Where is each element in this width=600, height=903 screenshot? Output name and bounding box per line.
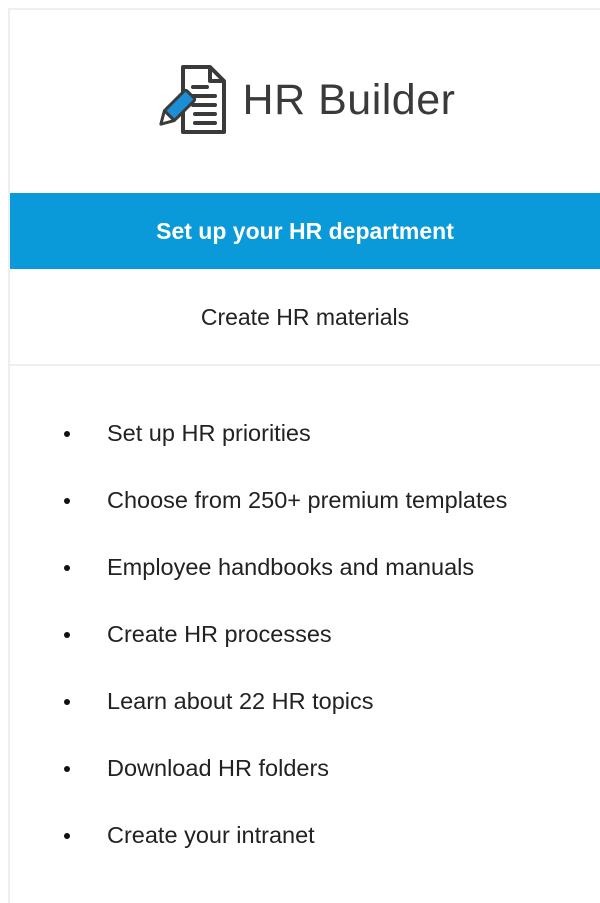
divider xyxy=(10,364,600,366)
list-item: Create HR processes xyxy=(60,601,590,668)
tab-create-hr-materials[interactable]: Create HR materials xyxy=(10,270,600,364)
bullet-icon xyxy=(64,430,70,437)
list-item: Download HR folders xyxy=(60,735,590,802)
list-item: Set up HR priorities xyxy=(60,400,590,467)
feature-text: Create your intranet xyxy=(107,822,315,848)
list-item: Employee handbooks and manuals xyxy=(60,534,590,601)
feature-text: Set up HR priorities xyxy=(107,420,311,446)
bullet-icon xyxy=(64,564,70,571)
list-item: Create your intranet xyxy=(60,802,590,869)
brand-header: HR Builder xyxy=(10,10,600,190)
list-item: Learn about 22 HR topics xyxy=(60,668,590,735)
bullet-icon xyxy=(64,497,70,504)
tab-set-up-hr-department[interactable]: Set up your HR department xyxy=(10,193,600,269)
feature-list: Set up HR priorities Choose from 250+ pr… xyxy=(60,400,590,869)
feature-text: Employee handbooks and manuals xyxy=(107,554,475,580)
document-pencil-icon xyxy=(158,65,226,134)
feature-text: Create HR processes xyxy=(107,621,332,647)
feature-text: Download HR folders xyxy=(107,755,330,781)
list-item: Choose from 250+ premium templates xyxy=(60,467,590,534)
feature-text: Choose from 250+ premium templates xyxy=(107,487,508,513)
bullet-icon xyxy=(64,698,70,705)
app-title: HR Builder xyxy=(242,75,456,124)
bullet-icon xyxy=(64,765,70,772)
feature-text: Learn about 22 HR topics xyxy=(107,688,374,714)
bullet-icon xyxy=(64,631,70,638)
bullet-icon xyxy=(64,832,70,839)
